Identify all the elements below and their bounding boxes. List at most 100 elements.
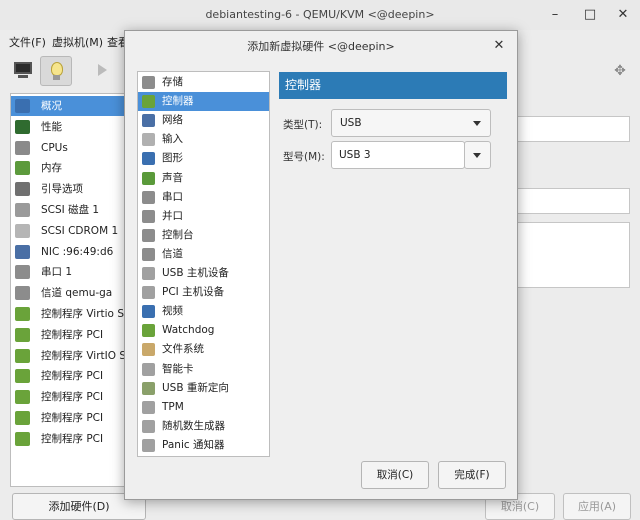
- hardware-list-item[interactable]: 控制程序 Virtio SCSI: [11, 304, 139, 324]
- controller-icon: [15, 307, 30, 321]
- hardware-type-item[interactable]: 串口: [138, 188, 269, 207]
- hardware-list-item[interactable]: 信道 qemu-ga: [11, 283, 139, 303]
- hardware-list-item[interactable]: 控制程序 PCI: [11, 366, 139, 386]
- hardware-list-label: 控制程序 PCI: [41, 370, 104, 383]
- hardware-list-label: 串口 1: [41, 266, 73, 279]
- hardware-type-item[interactable]: USB 主机设备: [138, 264, 269, 283]
- hardware-type-item[interactable]: Watchdog: [138, 321, 269, 340]
- lightbulb-icon: [51, 62, 63, 76]
- hardware-list-item[interactable]: 引导选项: [11, 179, 139, 199]
- chevron-down-icon: [473, 121, 481, 126]
- hardware-list-item[interactable]: 性能: [11, 117, 139, 137]
- channel-icon: [142, 247, 155, 261]
- rng-icon: [142, 419, 155, 433]
- chevron-down-icon: [473, 153, 481, 158]
- hardware-type-item[interactable]: 声音: [138, 169, 269, 188]
- usb-redirect-icon: [142, 381, 155, 395]
- network-icon: [142, 114, 155, 128]
- name-field: [516, 116, 630, 142]
- menu-file[interactable]: 文件(F): [9, 34, 46, 50]
- controller-icon: [15, 327, 30, 342]
- hardware-list-item[interactable]: 内存: [11, 158, 139, 178]
- hardware-list-item[interactable]: 控制程序 PCI: [11, 429, 139, 449]
- hardware-list-item[interactable]: SCSI CDROM 1: [11, 221, 139, 241]
- hardware-type-item[interactable]: TPM: [138, 398, 269, 417]
- hardware-list-label: 控制程序 PCI: [41, 391, 104, 404]
- dialog-cancel-button[interactable]: 取消(C): [361, 461, 429, 489]
- mouse-icon: [142, 133, 155, 147]
- menu-vm[interactable]: 虚拟机(M): [52, 34, 103, 50]
- hardware-list-item[interactable]: NIC :96:49:d6: [11, 242, 139, 262]
- hardware-type-item[interactable]: USB 重新定向: [138, 379, 269, 398]
- maximize-icon[interactable]: □: [581, 6, 599, 24]
- dialog-finish-button[interactable]: 完成(F): [438, 461, 506, 489]
- hardware-type-label: 文件系统: [162, 343, 204, 356]
- hardware-type-item[interactable]: PCI 主机设备: [138, 283, 269, 302]
- dialog-close-icon[interactable]: ✕: [491, 38, 507, 54]
- notes-field: [516, 222, 630, 288]
- hardware-type-label: 智能卡: [162, 362, 194, 375]
- details-button[interactable]: [40, 56, 72, 86]
- hardware-type-item[interactable]: 文件系统: [138, 340, 269, 359]
- type-label: 类型(T):: [283, 119, 323, 131]
- hardware-type-item[interactable]: 存储: [138, 73, 269, 92]
- hardware-type-label: 信道: [162, 247, 183, 260]
- hardware-type-label: 声音: [162, 171, 183, 184]
- hardware-list-item[interactable]: SCSI 磁盘 1: [11, 200, 139, 220]
- hardware-type-label: 控制台: [162, 228, 194, 241]
- hardware-list-item[interactable]: 控制程序 PCI: [11, 387, 139, 407]
- hardware-list-item[interactable]: 控制程序 PCI: [11, 325, 139, 345]
- hardware-type-item[interactable]: 随机数生成器: [138, 417, 269, 436]
- video-icon: [142, 305, 155, 319]
- hardware-list-item[interactable]: CPUs: [11, 138, 139, 158]
- hardware-list-label: SCSI CDROM 1: [41, 224, 119, 237]
- model-dropdown-button[interactable]: [464, 141, 491, 169]
- controller-icon: [142, 95, 155, 109]
- hardware-type-item[interactable]: 信道: [138, 245, 269, 264]
- close-icon[interactable]: ✕: [614, 6, 632, 24]
- monitor-icon: [14, 62, 32, 74]
- minimize-icon[interactable]: –: [546, 6, 564, 24]
- watchdog-icon: [142, 324, 155, 338]
- hardware-type-item[interactable]: Panic 通知器: [138, 436, 269, 455]
- hardware-list-label: 控制程序 PCI: [41, 412, 104, 424]
- model-input[interactable]: USB 3: [331, 141, 465, 169]
- hardware-type-label: 随机数生成器: [162, 419, 225, 432]
- hardware-list-label: 内存: [41, 162, 62, 175]
- hardware-type-item[interactable]: 输入: [138, 130, 269, 149]
- console-button[interactable]: [8, 56, 38, 84]
- hardware-type-label: PCI 主机设备: [162, 286, 225, 299]
- hardware-type-label: Watchdog: [162, 324, 215, 337]
- parallel-icon: [142, 209, 155, 223]
- hardware-type-label: Panic 通知器: [162, 438, 225, 451]
- resize-icon[interactable]: ✥: [611, 62, 629, 80]
- hardware-type-item[interactable]: 智能卡: [138, 360, 269, 379]
- hardware-type-item[interactable]: 控制台: [138, 226, 269, 245]
- hardware-list-item[interactable]: 概况: [11, 96, 139, 116]
- hardware-type-item[interactable]: 并口: [138, 207, 269, 226]
- hardware-type-label: 控制器: [162, 95, 194, 108]
- hardware-list-label: 控制程序 PCI: [41, 328, 104, 341]
- hardware-type-label: 图形: [162, 152, 183, 165]
- add-hardware-dialog: 添加新虚拟硬件 <@deepin> ✕ 存储 控制器 网络 输入 图形 声音 串口 并口 控制台…: [124, 30, 518, 500]
- type-combo[interactable]: USB: [331, 109, 491, 137]
- hardware-list: 概况 性能 CPUs 内存引导选项 SCSI 磁盘 1 SCSI CDROM 1 NIC :…: [10, 93, 140, 487]
- type-value: USB: [340, 117, 362, 129]
- hardware-type-item[interactable]: 图形: [138, 149, 269, 168]
- panic-icon: [142, 438, 155, 452]
- hardware-list-item[interactable]: 控制程序 PCI: [11, 408, 139, 428]
- hardware-type-item[interactable]: 控制器: [138, 92, 269, 112]
- hardware-list-label: SCSI 磁盘 1: [41, 204, 100, 216]
- hardware-type-item[interactable]: 视频: [138, 302, 269, 321]
- run-button[interactable]: [88, 56, 118, 84]
- apply-button[interactable]: 应用(A): [563, 493, 631, 520]
- overview-icon: [15, 99, 30, 113]
- hardware-type-label: USB 重新定向: [162, 381, 229, 394]
- usb-host-icon: [142, 267, 155, 280]
- hardware-type-item[interactable]: 网络: [138, 111, 269, 130]
- hardware-list-item[interactable]: 控制程序 VirtIO Serial: [11, 346, 139, 366]
- performance-icon: [15, 119, 30, 134]
- controller-icon: [15, 411, 30, 425]
- hardware-list-item[interactable]: 串口 1: [11, 262, 139, 282]
- hardware-type-label: 并口: [162, 209, 183, 222]
